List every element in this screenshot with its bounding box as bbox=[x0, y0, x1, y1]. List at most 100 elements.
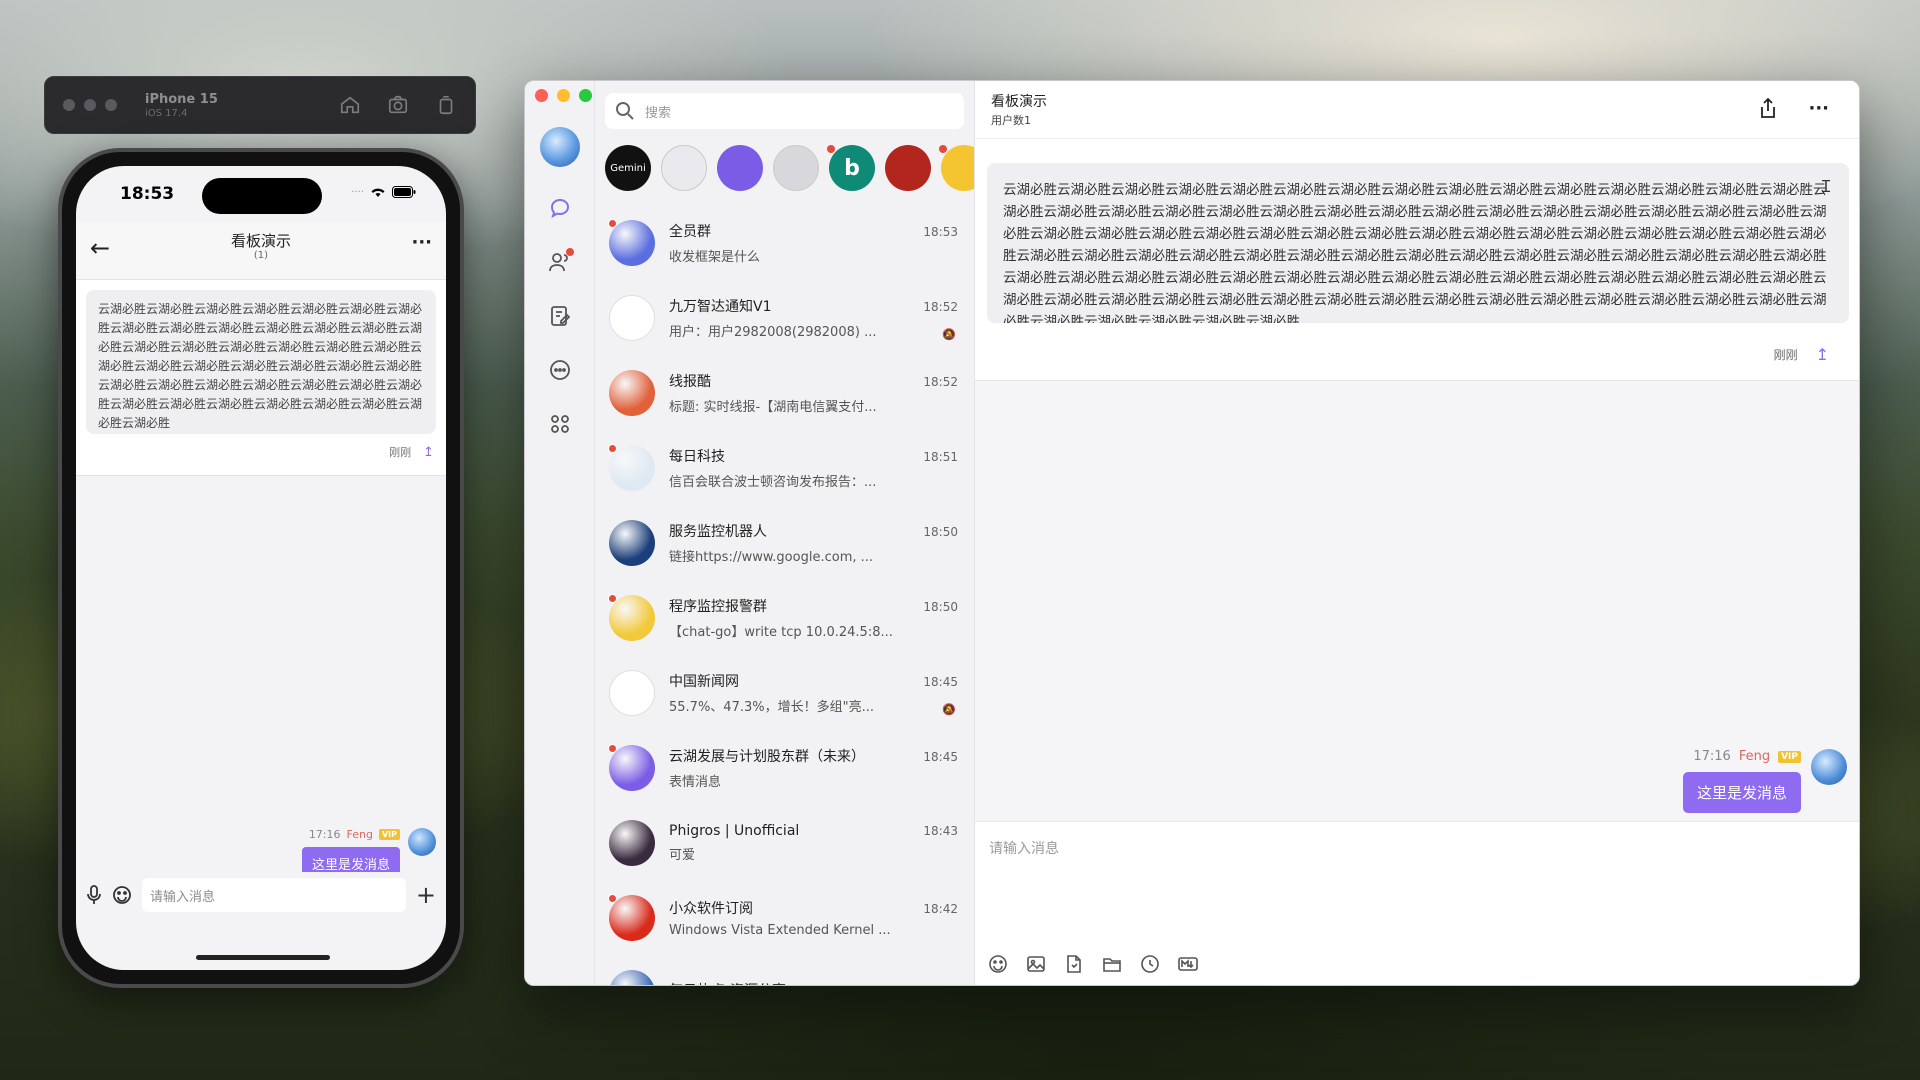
folder-icon[interactable] bbox=[1101, 953, 1123, 975]
conversation-item[interactable]: 每日科技 18:51 信百会联合波士顿咨询发布报告：... bbox=[595, 430, 974, 505]
window-controls[interactable] bbox=[63, 99, 117, 111]
status-time: 18:53 bbox=[120, 184, 175, 204]
conversation-time: 18:45 bbox=[923, 674, 958, 689]
nav-apps[interactable] bbox=[545, 409, 575, 439]
mute-icon: 🔕 bbox=[942, 328, 956, 341]
unread-dot bbox=[608, 743, 617, 753]
conversation-item[interactable]: 每日热点-资源分享 18:38 bbox=[595, 955, 974, 985]
mute-icon: 🔕 bbox=[942, 703, 956, 716]
unread-dot bbox=[608, 593, 617, 603]
favorite-contact[interactable] bbox=[773, 145, 819, 191]
phone-board-text: 云湖必胜云湖必胜云湖必胜云湖必胜云湖必胜云湖必胜云湖必胜云湖必胜云湖必胜云湖必胜… bbox=[86, 290, 436, 434]
nav-chats[interactable] bbox=[545, 193, 575, 223]
conversation-item[interactable]: 小众软件订阅 18:42 Windows Vista Extended Kernel… bbox=[595, 880, 974, 955]
conversation-time: 18:51 bbox=[923, 449, 958, 464]
phone-screen: 18:53 ···· ← 看板演示 (1) ··· 云湖必胜云湖必胜云湖必胜云湖… bbox=[76, 166, 446, 970]
conversation-item[interactable]: 程序监控报警群 18:50 【chat-go】write tcp 10.0.24.5… bbox=[595, 580, 974, 655]
conversation-avatar bbox=[609, 819, 655, 866]
conversation-item[interactable]: 中国新闻网 18:45 55.7%、47.3%，增长！多组"亮... 🔕 bbox=[595, 655, 974, 730]
minimize-button[interactable] bbox=[557, 89, 570, 102]
nav-contacts[interactable] bbox=[545, 247, 575, 277]
screenshot-icon[interactable] bbox=[387, 94, 409, 116]
more-icon[interactable]: ··· bbox=[1808, 98, 1829, 119]
traffic-lights[interactable] bbox=[535, 89, 592, 102]
nav-rail bbox=[525, 81, 595, 985]
message-input[interactable]: 请输入消息 bbox=[989, 838, 1059, 858]
conversation-avatar bbox=[608, 443, 655, 491]
search-icon bbox=[616, 102, 634, 120]
clock-icon[interactable] bbox=[1139, 953, 1161, 975]
favorite-contact[interactable]: b bbox=[827, 145, 875, 191]
conversation-preview: 链接https://www.google.com, ... bbox=[669, 549, 874, 565]
conversation-time: 18:53 bbox=[923, 224, 958, 239]
board-text: 云湖必胜云湖必胜云湖必胜云湖必胜云湖必胜云湖必胜云湖必胜云湖必胜云湖必胜云湖必胜… bbox=[987, 163, 1849, 323]
favorite-contact[interactable] bbox=[717, 145, 763, 191]
conversation-item[interactable]: 线报酷 18:52 标题: 实时线报-【湖南电信翼支付... bbox=[595, 355, 974, 430]
favorite-contact[interactable]: Gemini bbox=[605, 145, 651, 191]
edit-note-icon bbox=[551, 306, 571, 326]
conversation-item[interactable]: 九万智达通知V1 18:52 用户：用户2982008(2982008) ... 🔕 bbox=[595, 280, 974, 355]
image-icon[interactable] bbox=[1025, 953, 1047, 975]
conversation-avatar bbox=[608, 218, 655, 266]
favorite-label: Gemini bbox=[610, 162, 646, 174]
favorite-contact[interactable] bbox=[885, 145, 931, 191]
conversation-preview: 信百会联合波士顿咨询发布报告：... bbox=[669, 474, 877, 490]
message-input[interactable]: 请输入消息 bbox=[142, 878, 406, 912]
favorite-label: b bbox=[844, 155, 860, 181]
notification-dot bbox=[566, 248, 574, 256]
conversation-item[interactable]: Phigros | Unofficial 18:43 可爱 bbox=[595, 805, 974, 880]
message-time: 17:16 bbox=[308, 828, 341, 841]
phone-chat-header: ← 看板演示 (1) ··· bbox=[76, 222, 446, 280]
conversation-avatar bbox=[609, 669, 655, 716]
share-icon[interactable] bbox=[1758, 97, 1778, 119]
sender-name: Feng bbox=[1738, 749, 1771, 764]
dynamic-island bbox=[202, 178, 322, 214]
emoji-icon[interactable] bbox=[112, 885, 132, 905]
microphone-icon[interactable] bbox=[86, 885, 102, 905]
composer: 请输入消息 bbox=[975, 821, 1859, 985]
profile-avatar[interactable] bbox=[540, 127, 580, 167]
plus-icon[interactable]: + bbox=[416, 881, 436, 909]
favorite-contact[interactable] bbox=[661, 145, 707, 191]
chat-message: 17:16 Feng VIP 这里是发消息 bbox=[1682, 749, 1847, 813]
os-version: iOS 17.4 bbox=[145, 107, 188, 119]
conversation-list: 全员群 18:53 收发框架是什么 九万智达通知V1 18:52 用户：用户2982008… bbox=[595, 205, 974, 985]
pin-icon[interactable]: ↥ bbox=[423, 445, 434, 460]
pin-icon[interactable]: ↥ bbox=[1816, 345, 1829, 364]
nav-more[interactable] bbox=[545, 355, 575, 385]
app-window: 搜索 Gemini b 全员群 18:53 收发框架是什么 九万智达通知V1 18:52 用… bbox=[524, 80, 1860, 986]
conversation-preview: 用户：用户2982008(2982008) ... bbox=[669, 324, 877, 340]
home-icon[interactable] bbox=[339, 94, 361, 116]
file-icon[interactable] bbox=[1063, 953, 1085, 975]
unread-dot bbox=[608, 218, 617, 228]
conversation-time: 18:50 bbox=[923, 524, 958, 539]
search-input[interactable]: 搜索 bbox=[605, 93, 964, 129]
conversation-avatar bbox=[608, 593, 655, 641]
avatar[interactable] bbox=[408, 828, 436, 856]
phone-chat-subtitle: (1) bbox=[253, 250, 269, 261]
zoom-button[interactable] bbox=[579, 89, 592, 102]
home-indicator[interactable] bbox=[196, 955, 330, 960]
close-button[interactable] bbox=[535, 89, 548, 102]
nav-notes[interactable] bbox=[545, 301, 575, 331]
conversation-preview: 收发框架是什么 bbox=[669, 249, 761, 265]
avatar[interactable] bbox=[1811, 749, 1847, 785]
message-bubble[interactable]: 这里是发消息 bbox=[1682, 772, 1801, 813]
rotate-icon[interactable] bbox=[435, 94, 457, 116]
chat-header: 看板演示 用户数1 ··· bbox=[975, 81, 1859, 139]
conversation-item[interactable]: 云湖发展与计划股东群（未来） 18:45 表情消息 bbox=[595, 730, 974, 805]
emoji-icon[interactable] bbox=[987, 953, 1009, 975]
conversation-item[interactable]: 全员群 18:53 收发框架是什么 bbox=[595, 205, 974, 280]
phone-pinned-board: 云湖必胜云湖必胜云湖必胜云湖必胜云湖必胜云湖必胜云湖必胜云湖必胜云湖必胜云湖必胜… bbox=[76, 280, 446, 476]
markdown-icon[interactable] bbox=[1177, 953, 1199, 975]
conversation-avatar bbox=[609, 294, 655, 341]
conversation-time: 18:45 bbox=[923, 749, 958, 764]
favorite-contact[interactable] bbox=[939, 145, 974, 191]
conversation-item[interactable]: 服务监控机器人 18:50 链接https://www.google.com, ..… bbox=[595, 505, 974, 580]
more-icon[interactable]: ··· bbox=[411, 232, 432, 253]
conversation-avatar bbox=[609, 369, 655, 416]
sender-name: Feng bbox=[346, 828, 373, 841]
simulator-toolbar: iPhone 15 iOS 17.4 bbox=[44, 76, 476, 134]
more-circle-icon bbox=[550, 360, 570, 380]
device-name: iPhone 15 bbox=[145, 91, 218, 107]
